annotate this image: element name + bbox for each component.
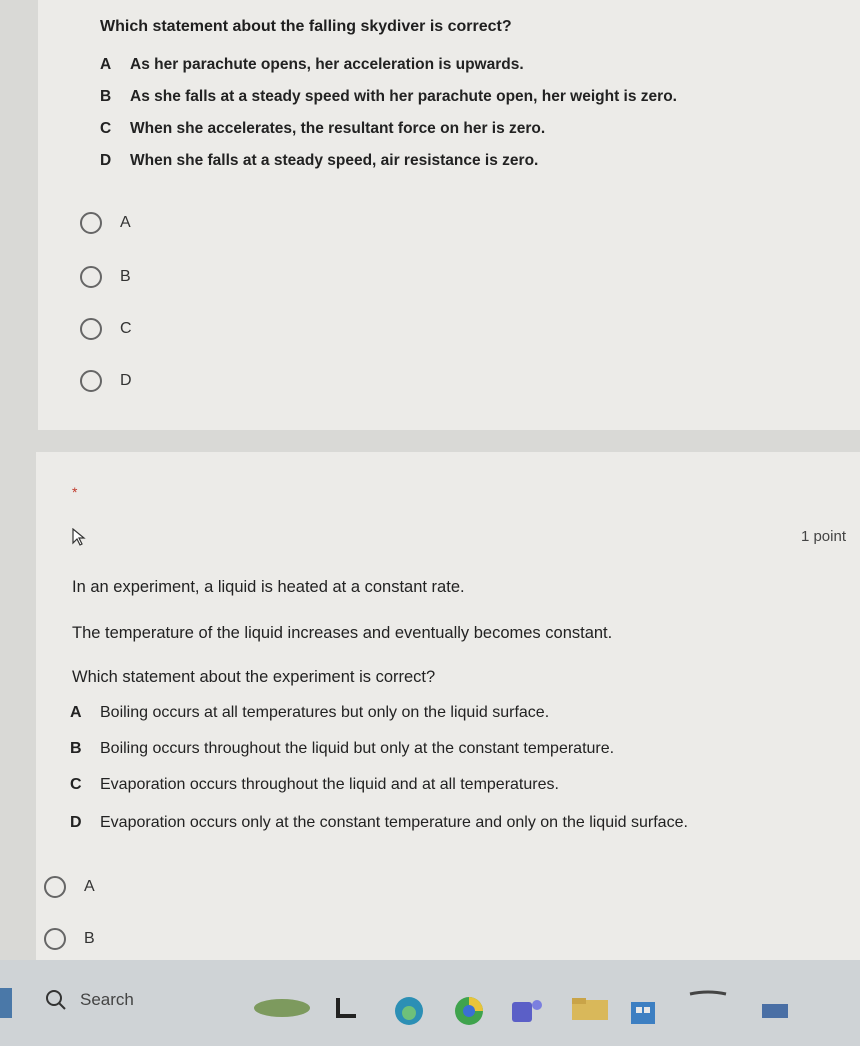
radio-label: C (120, 320, 132, 337)
radio-label: A (84, 878, 95, 895)
option-letter: A (70, 704, 82, 721)
edge-icon[interactable] (392, 996, 426, 1031)
required-marker: * (72, 484, 78, 500)
radio-button[interactable] (80, 370, 102, 392)
option-letter: D (70, 814, 82, 831)
radio-button[interactable] (80, 212, 102, 234)
start-accent (0, 988, 12, 1018)
option-text: When she accelerates, the resultant forc… (130, 120, 546, 137)
mouse-cursor-icon (72, 527, 86, 551)
radio-label: D (120, 372, 132, 389)
option-letter: B (100, 88, 112, 105)
chrome-icon[interactable] (452, 996, 486, 1031)
teams-icon[interactable] (510, 996, 544, 1031)
question-points: 1 point (800, 528, 846, 545)
question-card-1: Which statement about the falling skydiv… (38, 0, 860, 430)
question-2-intro-2: The temperature of the liquid increases … (72, 624, 613, 642)
question-2-prompt: Which statement about the experiment is … (72, 668, 436, 686)
radio-label: B (84, 930, 95, 947)
option-text: Boiling occurs at all temperatures but o… (100, 704, 550, 721)
question-1-title: Which statement about the falling skydiv… (100, 18, 512, 35)
radio-button[interactable] (80, 318, 102, 340)
radio-label: B (120, 268, 131, 285)
store-icon[interactable] (628, 996, 658, 1031)
radio-button[interactable] (80, 266, 102, 288)
option-letter: C (70, 776, 82, 793)
taskbar-search-input[interactable]: Search (80, 990, 134, 1010)
option-letter: A (100, 56, 112, 73)
option-text: Boiling occurs throughout the liquid but… (100, 740, 615, 757)
weather-icon[interactable] (252, 996, 312, 1023)
folder-icon[interactable] (570, 996, 610, 1027)
option-letter: D (100, 152, 112, 169)
option-letter: C (100, 120, 112, 137)
option-text: Evaporation occurs throughout the liquid… (100, 776, 559, 793)
radio-button[interactable] (44, 928, 66, 950)
option-text: When she falls at a steady speed, air re… (130, 152, 539, 169)
option-letter: B (70, 740, 82, 757)
question-2-intro-1: In an experiment, a liquid is heated at … (72, 578, 465, 596)
app-icon[interactable] (688, 990, 728, 1025)
file-explorer-icon[interactable] (334, 996, 358, 1025)
option-text: As she falls at a steady speed with her … (130, 88, 677, 105)
radio-button[interactable] (44, 876, 66, 898)
radio-label: A (120, 214, 131, 231)
option-text: Evaporation occurs only at the constant … (100, 814, 688, 831)
app-icon[interactable] (760, 1000, 790, 1025)
taskbar: Search (0, 960, 860, 1046)
option-text: As her parachute opens, her acceleration… (130, 56, 524, 73)
search-icon[interactable] (44, 988, 68, 1017)
